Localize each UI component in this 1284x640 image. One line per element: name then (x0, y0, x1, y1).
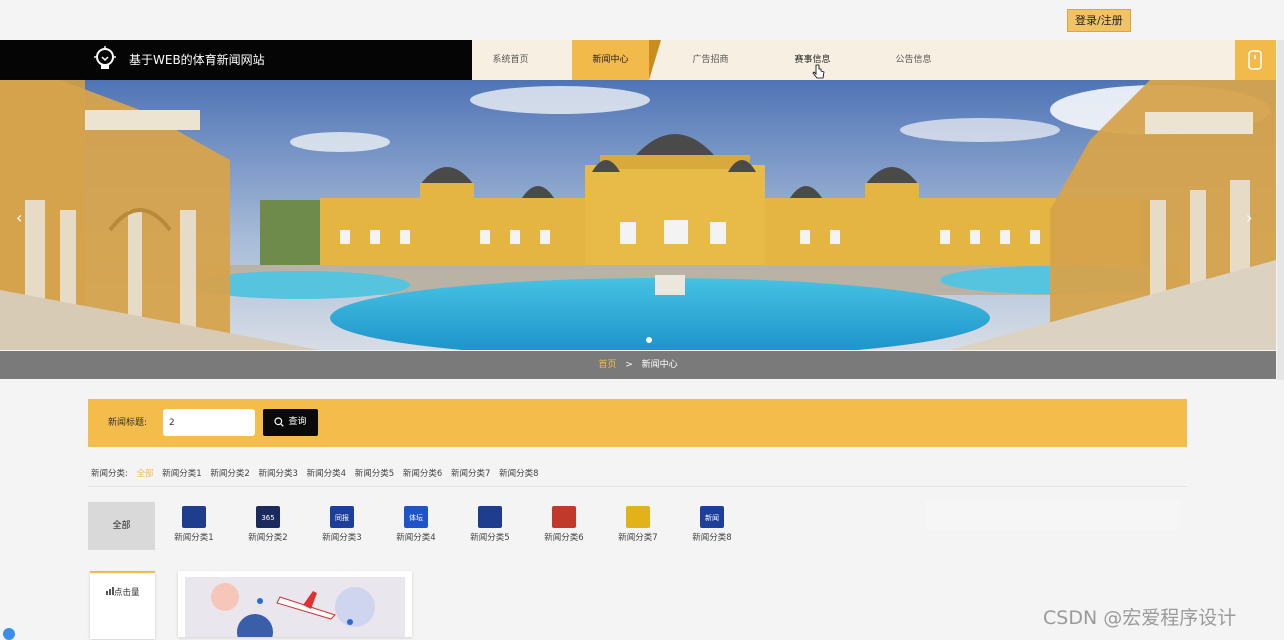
category-logo-text: 新闻 (705, 513, 719, 522)
category-tile-label: 新闻分类8 (692, 533, 732, 543)
category-tile[interactable]: 同报新闻分类3 (312, 506, 372, 543)
nav-item-advertising[interactable]: 广告招商 (672, 40, 749, 80)
category-tile[interactable]: 新闻新闻分类8 (682, 506, 742, 543)
category-logo-text: 365 (261, 514, 274, 522)
category-tile[interactable]: 新闻分类7 (608, 506, 668, 543)
login-register-button[interactable]: 登录/注册 (1067, 9, 1131, 32)
bar-chart-icon (106, 587, 114, 595)
carousel-indicator-dot[interactable] (646, 337, 652, 343)
category-tile-label: 新闻分类7 (618, 533, 658, 543)
category-logo-icon: 新闻 (700, 506, 724, 528)
category-tile[interactable]: 新闻分类1 (164, 506, 224, 543)
category-filter-item[interactable]: 新闻分类1 (162, 469, 201, 479)
carousel-prev-button[interactable]: ‹ (16, 208, 22, 227)
divider (88, 486, 1187, 487)
category-filter-item[interactable]: 新闻分类8 (499, 469, 538, 479)
category-filter-item[interactable]: 新闻分类6 (403, 469, 442, 479)
lightbulb-logo-icon (94, 46, 116, 69)
category-tile-label: 新闻分类5 (470, 533, 510, 543)
category-filter-label: 新闻分类: (91, 469, 128, 479)
category-filter: 新闻分类: 全部 新闻分类1 新闻分类2 新闻分类3 新闻分类4 新闻分类5 新… (91, 467, 545, 479)
category-tile[interactable]: 新闻分类6 (534, 506, 594, 543)
category-tile-label: 新闻分类2 (248, 533, 288, 543)
search-button[interactable]: 查询 (263, 409, 318, 436)
category-filter-item[interactable]: 新闻分类4 (307, 469, 346, 479)
search-label: 新闻标题: (108, 418, 148, 428)
banner-image (0, 80, 1276, 350)
mobile-button[interactable] (1235, 40, 1276, 80)
category-logo-icon (478, 506, 502, 528)
search-icon (274, 416, 285, 427)
category-tile[interactable]: 新闻分类5 (460, 506, 520, 543)
breadcrumb-home-link[interactable]: 首页 (598, 360, 616, 370)
page-scrollbar[interactable] (1277, 40, 1284, 380)
sort-by-clicks[interactable]: 点击量 (106, 586, 140, 598)
category-logo-text: 体坛 (409, 513, 423, 522)
banner-carousel[interactable] (0, 80, 1276, 350)
category-filter-item[interactable]: 新闻分类3 (259, 469, 298, 479)
category-logo-icon: 体坛 (404, 506, 428, 528)
news-title-search-input[interactable] (163, 409, 255, 436)
category-logo-icon: 365 (256, 506, 280, 528)
sort-label: 点击量 (114, 588, 140, 598)
top-bar: 登录/注册 (0, 0, 1284, 40)
category-tile-label: 新闻分类6 (544, 533, 584, 543)
mouse-pointer-icon (812, 64, 825, 79)
breadcrumb: 首页 > 新闻中心 (0, 351, 1276, 379)
category-tile-label: 新闻分类4 (396, 533, 436, 543)
category-filter-item[interactable]: 新闻分类5 (355, 469, 394, 479)
nav-item-news-center[interactable]: 新闻中心 (572, 40, 661, 80)
main-nav: 系统首页 新闻中心 广告招商 赛事信息 公告信息 (472, 40, 1235, 80)
category-logo-text: 同报 (335, 513, 349, 522)
news-thumbnail (185, 577, 405, 637)
breadcrumb-separator: > (625, 360, 633, 370)
phone-icon (1248, 50, 1262, 70)
category-logo-icon (552, 506, 576, 528)
search-button-label: 查询 (288, 417, 307, 427)
watermark: CSDN @宏爱程序设计 (1043, 607, 1237, 629)
breadcrumb-current: 新闻中心 (641, 360, 678, 370)
category-filter-all[interactable]: 全部 (137, 469, 154, 479)
category-tile-label: 新闻分类3 (322, 533, 362, 543)
category-filter-item[interactable]: 新闻分类7 (451, 469, 490, 479)
category-tile[interactable]: 体坛新闻分类4 (386, 506, 446, 543)
nav-item-home[interactable]: 系统首页 (472, 40, 549, 80)
floating-indicator (3, 628, 15, 640)
carousel-next-button[interactable]: › (1246, 208, 1252, 227)
category-tile[interactable]: 365 新闻分类2 (238, 506, 298, 543)
brand[interactable]: 基于WEB的体育新闻网站 (0, 40, 472, 80)
category-logo-icon (182, 506, 206, 528)
sort-panel: 点击量 (90, 571, 155, 639)
category-logo-icon: 同报 (330, 506, 354, 528)
category-logo-icon (626, 506, 650, 528)
news-card[interactable] (178, 571, 412, 637)
search-panel: 新闻标题: 查询 (88, 399, 1187, 447)
category-tile-label: 新闻分类1 (174, 533, 214, 543)
category-filter-item[interactable]: 新闻分类2 (210, 469, 249, 479)
placeholder-box (925, 500, 1180, 530)
nav-item-notices[interactable]: 公告信息 (875, 40, 952, 80)
site-header: 基于WEB的体育新闻网站 系统首页 新闻中心 广告招商 赛事信息 公告信息 (0, 40, 1276, 80)
site-title: 基于WEB的体育新闻网站 (129, 53, 265, 67)
category-tile-all[interactable]: 全部 (88, 502, 155, 550)
